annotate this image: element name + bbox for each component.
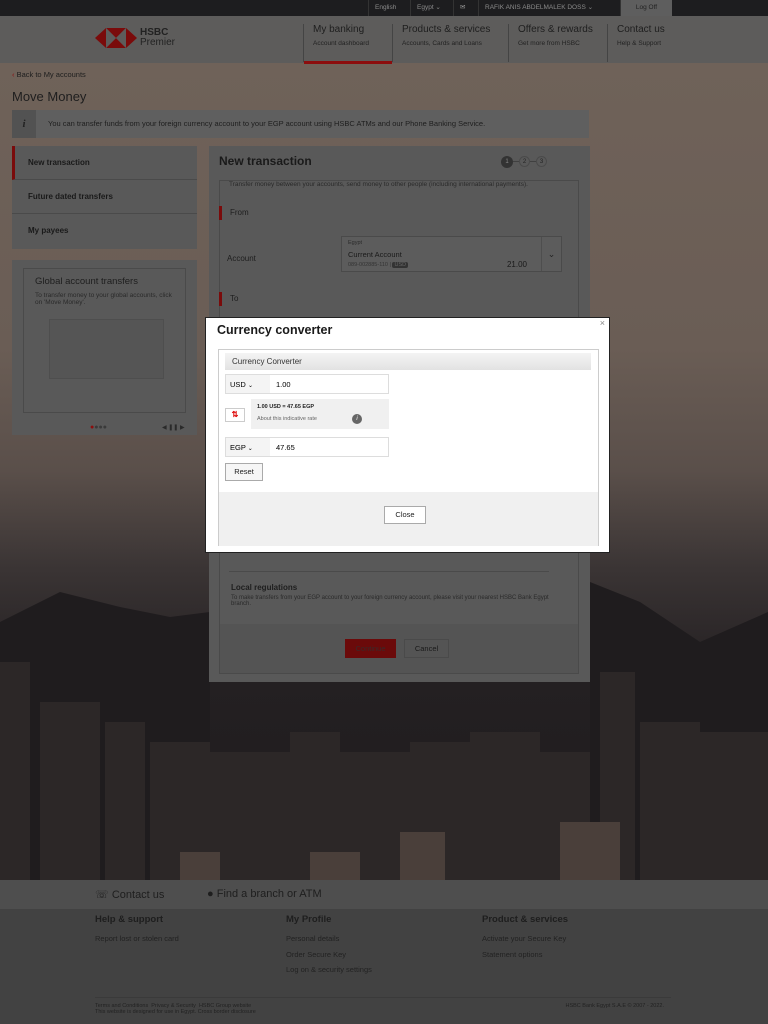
cancel-button[interactable]: Cancel [404,639,449,658]
location-pin-icon: ● [207,888,214,900]
chevron-left-icon: ‹ [12,70,15,79]
side-nav: New transaction Future dated transfers M… [12,146,197,249]
exchange-rate-text: 1.00 USD = 47.65 EGP [257,404,315,410]
from-heading: From [219,206,249,220]
continue-button[interactable]: Continue [345,639,396,658]
to-currency-select[interactable]: EGP ⌄ [226,438,270,456]
account-balance: 21.00 [506,260,527,269]
language-selector[interactable]: English [368,0,402,16]
from-currency-row: USD ⌄ 1.00 [225,374,389,394]
phone-icon: ☏ [95,889,109,901]
info-text: You can transfer funds from your foreign… [48,119,486,128]
account-number: 089-002885-110 [348,262,388,268]
user-name: RAFIK ANIS ABDELMALEK DOSS [485,4,586,11]
modal-title: Currency converter [217,323,333,337]
rate-info-link[interactable]: About this indicative rate [257,416,317,422]
footer-link[interactable]: Report lost or stolen card [95,934,179,943]
brand-sub: Premier [140,37,176,48]
carousel-dots[interactable]: ●●●● [90,424,107,431]
footer-link[interactable]: Order Secure Key [286,950,346,959]
find-branch-link[interactable]: ● Find a branch or ATM [207,888,322,900]
from-currency-select[interactable]: USD ⌄ [226,375,270,393]
nav-sub: Accounts, Cards and Loans [402,40,482,47]
swap-currencies-button[interactable]: ⇅ [225,408,245,422]
converter-section-header: Currency Converter [225,353,591,370]
to-currency: EGP [230,443,246,452]
to-currency-row: EGP ⌄ 47.65 [225,437,389,457]
promo-text: To transfer money to your global account… [35,292,172,306]
nav-products[interactable]: Products & services Accounts, Cards and L… [392,24,508,62]
nav-title: Offers & rewards [518,24,593,35]
brand-text: HSBC Premier [140,28,175,48]
footer-col-title: My Profile [286,914,332,925]
country-label: Egypt [417,4,434,11]
footer: Help & support Report lost or stolen car… [0,909,768,1024]
transaction-intro: Transfer money between your accounts, se… [229,181,528,188]
footer-link[interactable]: Log on & security settings [286,965,372,974]
carousel-controls[interactable]: ◀ ❚❚ ▶ [162,424,185,431]
promo-carousel: Global account transfers To transfer mon… [12,260,197,435]
logoff-button[interactable]: Log Off [620,0,672,16]
footer-col-title: Product & services [482,914,569,925]
copyright: HSBC Bank Egypt S.A.E © 2007 - 2022. [565,1003,664,1009]
back-label: Back to My accounts [16,70,86,79]
close-button[interactable]: Close [384,506,426,524]
nav-title: Products & services [402,24,491,35]
nav-offers[interactable]: Offers & rewards Get more from HSBC [508,24,607,62]
user-menu[interactable]: RAFIK ANIS ABDELMALEK DOSS ⌄ [478,0,599,16]
contact-us-link[interactable]: ☏ Contact us [95,888,164,901]
info-icon: i [12,110,36,138]
step-2: 2 [519,156,530,167]
currency-converter-modal: Currency converter × Currency Converter … [205,317,610,553]
back-link[interactable]: ‹ Back to My accounts [12,70,86,79]
nav-sub: Get more from HSBC [518,40,580,47]
from-currency: USD [230,380,246,389]
contact-label: Contact us [111,889,165,901]
step-3: 3 [536,156,547,167]
find-label: Find a branch or ATM [216,888,322,900]
footer-quick-links: ☏ Contact us ● Find a branch or ATM [0,880,768,909]
transaction-title: New transaction [219,154,312,168]
chevron-down-icon: ⌄ [541,237,561,271]
footer-link[interactable]: Statement options [482,950,542,959]
account-country: Egypt [348,240,363,246]
promo-illustration [49,319,164,379]
local-regulations-text: To make transfers from your EGP account … [231,595,549,607]
side-nav-new-transaction[interactable]: New transaction [12,146,197,180]
local-regulations-title: Local regulations [231,583,298,592]
footer-link[interactable]: Personal details [286,934,339,943]
hsbc-logo[interactable] [95,28,137,48]
nav-contact[interactable]: Contact us Help & Support [607,24,687,62]
nav-sub: Account dashboard [313,40,370,47]
step-1: 1 [501,156,513,168]
side-nav-payees[interactable]: My payees [12,214,197,248]
to-heading: To [219,292,238,306]
info-banner: i You can transfer funds from your forei… [12,110,589,138]
reset-button[interactable]: Reset [225,463,263,481]
step-indicator: 1—2—3 [501,156,547,168]
nav-title: Contact us [617,24,665,35]
country-selector[interactable]: Egypt ⌄ [410,0,447,16]
from-amount-input[interactable]: 1.00 [276,380,291,389]
side-nav-future-dated[interactable]: Future dated transfers [12,180,197,214]
account-name: Current Account [348,250,402,259]
currency-badge: USD [392,262,409,268]
promo-title: Global account transfers [35,276,138,287]
close-icon[interactable]: × [600,318,605,328]
nav-sub: Help & Support [617,40,662,47]
footer-link[interactable]: Activate your Secure Key [482,934,566,943]
from-account-select[interactable]: Egypt Current Account 089-002885-110 | U… [341,236,562,272]
to-amount-input[interactable]: 47.65 [276,443,295,452]
info-icon[interactable]: i [352,414,362,424]
disclaimer: This website is designed for use in Egyp… [95,1009,256,1015]
mail-icon[interactable]: ✉ [453,0,471,16]
footer-col-title: Help & support [95,914,164,925]
account-label: Account [227,254,256,263]
nav-title: My banking [313,24,365,35]
nav-my-banking[interactable]: My banking Account dashboard [303,24,392,64]
page-title: Move Money [12,89,87,104]
top-utility-bar: English Egypt ⌄ ✉ RAFIK ANIS ABDELMALEK … [0,0,768,16]
